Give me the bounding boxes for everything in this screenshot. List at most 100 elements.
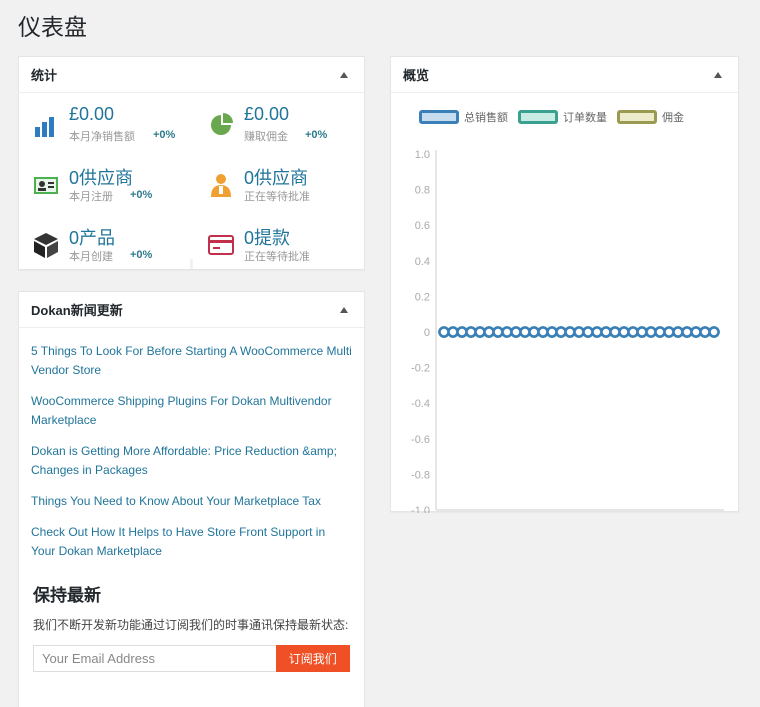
- data-point[interactable]: [519, 326, 531, 338]
- data-point[interactable]: [564, 326, 576, 338]
- stat-change: +0%: [153, 129, 176, 141]
- data-point[interactable]: [573, 326, 585, 338]
- product-box-icon: [34, 233, 58, 258]
- stat-value: £0.00: [69, 104, 115, 124]
- data-point[interactable]: [528, 326, 540, 338]
- page-title: 仪表盘: [18, 14, 87, 40]
- stat-value: £0.00: [244, 104, 290, 124]
- stat-label: 本月创建: [69, 251, 113, 263]
- y-tick-label: 0.6: [415, 220, 430, 232]
- stat-change: +0%: [130, 189, 153, 201]
- data-point[interactable]: [654, 326, 666, 338]
- news-link[interactable]: 5 Things To Look For Before Starting A W…: [31, 342, 352, 380]
- y-tick-label: -0.2: [411, 363, 430, 375]
- data-point[interactable]: [690, 326, 702, 338]
- stats-header: 统计: [19, 57, 364, 93]
- news-list: 5 Things To Look For Before Starting A W…: [19, 328, 364, 561]
- subscribe-description: 我们不断开发新功能通过订阅我们的时事通讯保持最新状态:: [33, 618, 349, 632]
- stat-label: 正在等待批准: [244, 191, 310, 203]
- news-collapse-toggle[interactable]: [336, 302, 352, 318]
- withdraw-card-icon: [208, 235, 234, 255]
- news-link[interactable]: Check Out How It Helps to Have Store Fro…: [31, 523, 352, 561]
- overview-collapse-toggle[interactable]: [710, 67, 726, 83]
- bar-chart-icon: [35, 117, 54, 137]
- pie-chart-icon: [211, 113, 233, 135]
- y-tick-label: 1.0: [415, 149, 430, 161]
- news-header: Dokan新闻更新: [19, 292, 364, 328]
- data-point[interactable]: [474, 326, 486, 338]
- stat-net-sales[interactable]: £0.00 本月净销售额 +0%: [19, 99, 189, 157]
- data-point[interactable]: [600, 326, 612, 338]
- data-point[interactable]: [663, 326, 675, 338]
- collapse-up-icon: [714, 71, 722, 78]
- news-link[interactable]: WooCommerce Shipping Plugins For Dokan M…: [31, 392, 352, 430]
- data-point[interactable]: [681, 326, 693, 338]
- stats-title: 统计: [31, 68, 58, 83]
- collapse-up-icon: [340, 71, 348, 78]
- data-point[interactable]: [645, 326, 657, 338]
- overview-chart: 1.00.80.60.40.20-0.2-0.4-0.6-0.8-1.0Jul …: [411, 149, 724, 513]
- y-tick-label: 0: [424, 327, 430, 339]
- stat-vendors-pending[interactable]: 0供应商 正在等待批准: [194, 159, 364, 217]
- data-point[interactable]: [672, 326, 684, 338]
- stat-value: 0供应商: [69, 168, 134, 188]
- overview-widget: 概览 总销售额 订单数量 佣金 1.0 0.8 0.6 0.4 0.2 0 -0.2 -0.4…: [390, 56, 739, 513]
- y-tick-label: 0.8: [415, 185, 430, 197]
- collapse-up-icon: [340, 306, 348, 313]
- y-tick-label: -0.4: [411, 398, 430, 410]
- stat-label: 赚取佣金: [244, 131, 288, 143]
- subscribe-form: 订阅我们: [33, 645, 350, 672]
- y-tick-label: -0.8: [411, 469, 430, 481]
- data-point[interactable]: [501, 326, 513, 338]
- vendor-card-icon: [34, 177, 58, 194]
- y-tick-label: 0.2: [415, 291, 430, 303]
- y-tick-label: 0.4: [415, 256, 430, 268]
- subscribe-button[interactable]: 订阅我们: [275, 645, 350, 672]
- stat-products[interactable]: 0产品 本月创建 +0%: [19, 219, 189, 277]
- data-point[interactable]: [555, 326, 567, 338]
- overview-title: 概览: [403, 68, 430, 83]
- data-point[interactable]: [627, 326, 639, 338]
- stat-change: +0%: [130, 249, 153, 261]
- data-point[interactable]: [465, 326, 477, 338]
- stat-commission[interactable]: £0.00 赚取佣金 +0%: [194, 99, 364, 157]
- news-widget: Dokan新闻更新 5 Things To Look For Before St…: [18, 291, 365, 707]
- data-point[interactable]: [483, 326, 495, 338]
- y-tick-label: -0.6: [411, 434, 430, 446]
- data-point[interactable]: [582, 326, 594, 338]
- stat-value: 0供应商: [244, 168, 309, 188]
- stat-label: 正在等待批准: [244, 251, 310, 263]
- news-title: Dokan新闻更新: [31, 303, 123, 318]
- email-input[interactable]: [33, 645, 276, 672]
- data-point[interactable]: [708, 326, 720, 338]
- data-point[interactable]: [492, 326, 504, 338]
- news-link[interactable]: Dokan is Getting More Affordable: Price …: [31, 442, 352, 480]
- data-point[interactable]: [537, 326, 549, 338]
- divider: [190, 259, 193, 269]
- data-point[interactable]: [618, 326, 630, 338]
- stat-value: 0产品: [69, 228, 116, 248]
- data-point[interactable]: [636, 326, 648, 338]
- data-point[interactable]: [456, 326, 468, 338]
- stat-label: 本月净销售额: [69, 131, 135, 143]
- data-point[interactable]: [447, 326, 459, 338]
- stat-label: 本月注册: [69, 191, 113, 203]
- stat-value: 0提款: [244, 228, 291, 248]
- data-point[interactable]: [609, 326, 621, 338]
- stat-withdrawals[interactable]: 0提款 正在等待批准: [194, 219, 364, 277]
- vendor-person-icon: [211, 174, 231, 197]
- news-link[interactable]: Things You Need to Know About Your Marke…: [31, 492, 352, 511]
- data-point[interactable]: [438, 326, 450, 338]
- stat-vendors-registered[interactable]: 0供应商 本月注册 +0%: [19, 159, 189, 217]
- stat-change: +0%: [305, 129, 328, 141]
- data-point[interactable]: [591, 326, 603, 338]
- subscribe-section: 保持最新 我们不断开发新功能通过订阅我们的时事通讯保持最新状态: 订阅我们: [19, 573, 364, 672]
- y-tick-label: -1.0: [411, 505, 430, 513]
- data-point[interactable]: [546, 326, 558, 338]
- data-point[interactable]: [510, 326, 522, 338]
- stats-grid: £0.00 本月净销售额 +0% £0.00 赚取佣金 +0% 0供应商 本月注…: [19, 93, 364, 269]
- subscribe-title: 保持最新: [33, 586, 101, 605]
- data-point[interactable]: [699, 326, 711, 338]
- overview-header: 概览: [391, 57, 738, 93]
- stats-collapse-toggle[interactable]: [336, 67, 352, 83]
